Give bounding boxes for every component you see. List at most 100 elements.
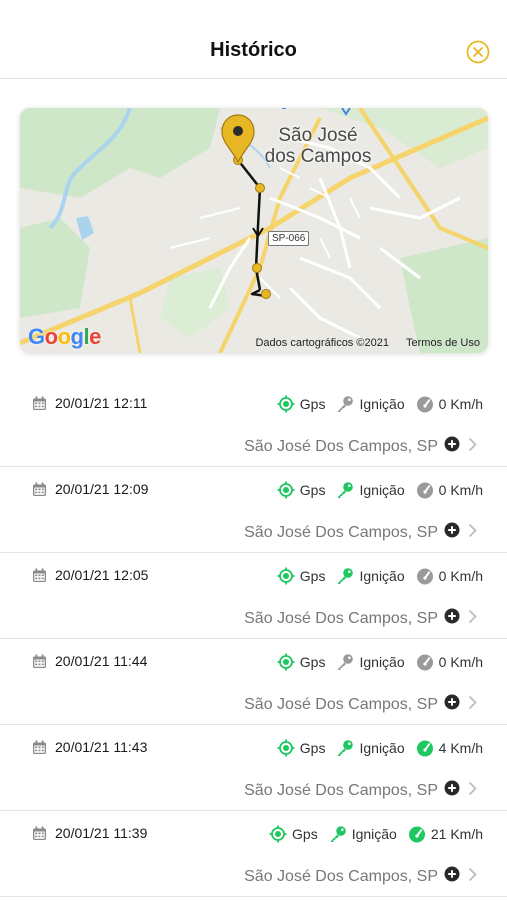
gps-badge: Gps (277, 481, 325, 499)
ignition-badge: Ignição (336, 395, 405, 413)
gps-label: Gps (299, 740, 326, 756)
close-circle-icon (466, 40, 490, 64)
speed-badge: 21 Km/h (408, 825, 483, 843)
gps-label: Gps (292, 826, 318, 842)
gps-icon (277, 653, 295, 671)
history-row[interactable]: 20/01/21 11:43 Gps Ignição 4 Km/h São Jo… (0, 725, 507, 811)
speedometer-icon (416, 654, 433, 671)
history-row[interactable]: 20/01/21 12:11 Gps Ignição 0 Km/h São Jo… (0, 381, 507, 467)
gps-badge: Gps (277, 395, 326, 413)
status-badges: Gps Ignição 21 Km/h (258, 825, 483, 843)
gps-label: Gps (299, 568, 326, 584)
close-button[interactable] (466, 40, 490, 64)
row-datetime: 20/01/21 12:09 (32, 481, 148, 497)
ignition-key-icon (338, 740, 354, 756)
datetime-text: 20/01/21 11:44 (55, 653, 148, 669)
speed-badge: 4 Km/h (416, 739, 483, 757)
status-badges: Gps Ignição 0 Km/h (266, 567, 483, 585)
speed-label: 21 Km/h (430, 826, 483, 842)
status-badges: Gps Ignição 0 Km/h (266, 481, 483, 499)
ignition-label: Ignição (359, 568, 405, 584)
ignition-key-icon (338, 482, 354, 498)
row-datetime: 20/01/21 11:39 (32, 825, 147, 841)
speed-badge: 0 Km/h (416, 653, 483, 671)
speedometer-icon (416, 482, 433, 499)
expand-button[interactable] (444, 694, 460, 715)
details-chevron (468, 437, 477, 457)
map-attribution: Dados cartográficos ©2021 Termos de Uso (241, 337, 480, 349)
expand-button[interactable] (444, 780, 460, 801)
history-row[interactable]: 20/01/21 12:05 Gps Ignição 0 Km/h São Jo… (0, 553, 507, 639)
history-row[interactable]: 20/01/21 11:44 Gps Ignição 0 Km/h São Jo… (0, 639, 507, 725)
history-row[interactable]: 20/01/21 11:39 Gps Ignição 21 Km/h São J… (0, 811, 507, 897)
plus-circle-icon (444, 780, 460, 796)
details-chevron (468, 695, 477, 715)
expand-button[interactable] (444, 608, 460, 629)
address-link[interactable]: São José Dos Campos, SP (244, 780, 477, 801)
speed-badge: 0 Km/h (416, 567, 483, 585)
status-badges: Gps Ignição 0 Km/h (266, 653, 483, 671)
plus-circle-icon (444, 608, 460, 624)
address-link[interactable]: São José Dos Campos, SP (244, 866, 477, 887)
gps-icon (277, 567, 295, 585)
address-link[interactable]: São José Dos Campos, SP (244, 436, 477, 457)
speed-label: 0 Km/h (438, 568, 483, 584)
ignition-key-icon (330, 826, 346, 842)
details-chevron (468, 523, 477, 543)
ignition-label: Ignição (359, 654, 405, 670)
speed-label: 0 Km/h (438, 654, 483, 670)
gps-badge: Gps (269, 825, 318, 843)
row-datetime: 20/01/21 12:05 (32, 567, 148, 583)
map-terms-link[interactable]: Termos de Uso (406, 337, 480, 349)
address-link[interactable]: São José Dos Campos, SP (244, 522, 477, 543)
ignition-badge: Ignição (336, 567, 405, 585)
address-text: São José Dos Campos, SP (244, 781, 438, 799)
expand-button[interactable] (444, 522, 460, 543)
speed-label: 4 Km/h (438, 740, 483, 756)
map-tiles (20, 108, 488, 353)
ignition-label: Ignição (359, 396, 405, 412)
page-title: Histórico (210, 39, 297, 61)
google-logo: Google (28, 324, 101, 349)
chevron-right-icon (468, 437, 477, 451)
speedometer-icon (416, 740, 433, 757)
ignition-label: Ignição (351, 826, 397, 842)
chevron-right-icon (468, 609, 477, 623)
speed-label: 0 Km/h (438, 482, 483, 498)
status-badges: Gps Ignição 0 Km/h (266, 395, 483, 413)
plus-circle-icon (444, 866, 460, 882)
expand-button[interactable] (444, 866, 460, 887)
chevron-right-icon (468, 523, 477, 537)
history-row[interactable]: 20/01/21 12:09 Gps Ignição 0 Km/h São Jo… (0, 467, 507, 553)
expand-button[interactable] (444, 436, 460, 457)
speed-badge: 0 Km/h (416, 481, 483, 499)
ignition-badge: Ignição (336, 481, 405, 499)
status-badges: Gps Ignição 4 Km/h (266, 739, 483, 757)
speed-label: 0 Km/h (438, 396, 483, 412)
gps-label: Gps (299, 654, 326, 670)
ignition-badge: Ignição (336, 653, 405, 671)
calendar-icon (33, 396, 46, 410)
speedometer-icon (416, 568, 433, 585)
gps-badge: Gps (277, 567, 326, 585)
ignition-key-icon (338, 654, 354, 670)
address-link[interactable]: São José Dos Campos, SP (244, 608, 477, 629)
app-header: Histórico (0, 0, 507, 79)
chevron-right-icon (468, 867, 477, 881)
city-label-line1: São José (278, 125, 358, 146)
gps-label: Gps (299, 396, 326, 412)
row-datetime: 20/01/21 11:44 (32, 653, 147, 669)
history-list: 20/01/21 12:11 Gps Ignição 0 Km/h São Jo… (0, 381, 507, 897)
speedometer-icon (416, 396, 433, 413)
calendar-icon (33, 740, 46, 754)
ignition-label: Ignição (359, 740, 405, 756)
chevron-right-icon (468, 781, 477, 795)
map-city-label: São José dos Campos (258, 125, 378, 167)
datetime-text: 20/01/21 11:43 (55, 739, 148, 755)
address-link[interactable]: São José Dos Campos, SP (244, 694, 477, 715)
gps-badge: Gps (277, 653, 326, 671)
gps-icon (277, 481, 295, 499)
road-shield: SP-066 (268, 231, 310, 246)
route-map[interactable]: São José dos Campos SP-066 Google Dados … (20, 108, 488, 353)
address-text: São José Dos Campos, SP (244, 523, 438, 541)
